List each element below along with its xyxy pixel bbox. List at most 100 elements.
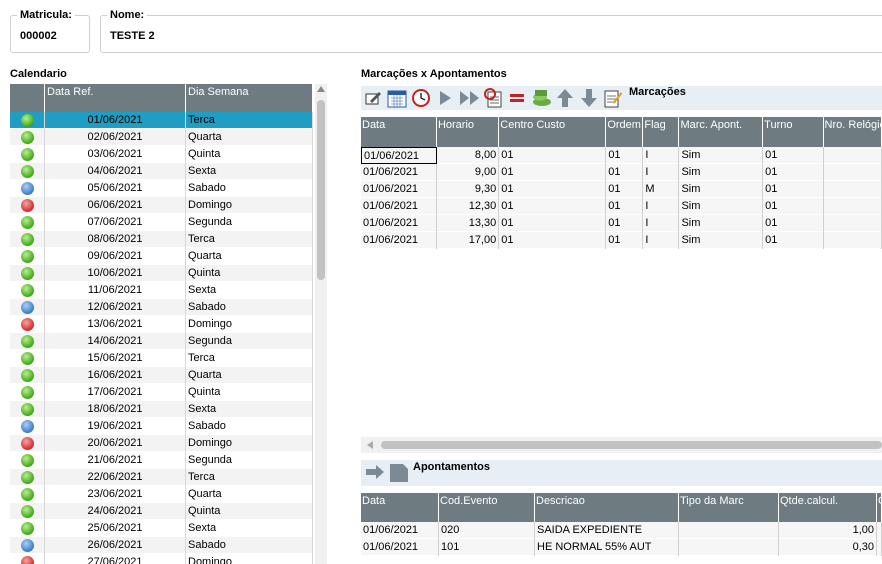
notepad-icon[interactable] (603, 88, 623, 108)
marcacoes-col-header[interactable]: Centro Custo (499, 117, 607, 147)
arrow-up-icon[interactable] (555, 88, 575, 108)
apontamentos-col-header[interactable]: Cod.Evento (439, 493, 535, 522)
marcacoes-header: Data Horario Centro Custo Ordem Flag Marc. Ap… (361, 117, 882, 147)
clock-icon[interactable] (411, 88, 431, 108)
table-row[interactable]: 01/06/2021 9,30 01 01 M Sim 01 (361, 181, 882, 198)
hscrollbar-thumb[interactable] (381, 441, 882, 449)
matricula-field[interactable]: Matricula: 000002 (10, 9, 90, 53)
scroll-left-icon[interactable] (367, 441, 373, 449)
table-row[interactable]: 27/06/2021 Domingo (10, 554, 313, 564)
marcacoes-cell: 01/06/2021 (361, 164, 437, 181)
table-row[interactable]: 24/06/2021 Quinta (10, 503, 313, 520)
table-row[interactable]: 01/06/2021 8,00 01 01 I Sim 01 (361, 147, 882, 164)
marcacoes-hscrollbar[interactable] (361, 437, 882, 453)
apontamentos-grid[interactable]: Data Cod.Evento Descricao Tipo da Marc Qtde.… (361, 493, 882, 564)
apontamentos-col-header[interactable]: Tipo da Marc (679, 493, 779, 522)
status-cell (10, 112, 45, 129)
table-row[interactable]: 01/06/2021 Terca (10, 112, 313, 129)
table-row[interactable]: 01/06/2021 101 HE NORMAL 55% AUT 0,30 (361, 539, 882, 556)
marcacoes-cell: I (643, 232, 680, 249)
table-row[interactable]: 01/06/2021 9,00 01 01 I Sim 01 (361, 164, 882, 181)
apontamentos-col-header[interactable]: Data (361, 493, 439, 522)
table-row[interactable]: 19/06/2021 Sabado (10, 418, 313, 435)
calendar-scrollbar[interactable] (315, 84, 327, 564)
apontamentos-col-header[interactable]: Qtde.calcul. (779, 493, 877, 522)
marcacoes-col-header[interactable]: Horario (437, 117, 500, 147)
table-row[interactable]: 13/06/2021 Domingo (10, 316, 313, 333)
date-cell: 09/06/2021 (45, 248, 186, 265)
table-row[interactable]: 08/06/2021 Terca (10, 231, 313, 248)
apontamentos-col-header[interactable]: Descricao (535, 493, 679, 522)
table-row[interactable]: 05/06/2021 Sabado (10, 180, 313, 197)
table-row[interactable]: 01/06/2021 020 SAIDA EXPEDIENTE 1,00 (361, 522, 882, 539)
table-row[interactable]: 16/06/2021 Quarta (10, 367, 313, 384)
status-green-icon (20, 233, 34, 246)
refresh-document-icon[interactable] (483, 88, 503, 108)
table-row[interactable]: 15/06/2021 Terca (10, 350, 313, 367)
table-row[interactable]: 03/06/2021 Quinta (10, 146, 313, 163)
weekday-cell: Quarta (186, 248, 313, 265)
marcacoes-grid[interactable]: Data Horario Centro Custo Ordem Flag Marc. Ap… (361, 117, 882, 437)
status-green-icon (20, 335, 34, 348)
calendar-icon[interactable] (387, 88, 407, 108)
status-cell (10, 282, 45, 299)
table-row[interactable]: 23/06/2021 Quarta (10, 486, 313, 503)
apontamentos-col-header[interactable]: C (877, 493, 882, 522)
calendar-grid[interactable]: Data Ref. Dia Semana 01/06/2021 Terca 02/0… (10, 84, 313, 564)
status-red-icon (20, 437, 34, 450)
table-row[interactable]: 02/06/2021 Quarta (10, 129, 313, 146)
equals-icon[interactable] (507, 88, 527, 108)
edit-icon[interactable] (363, 88, 383, 108)
calendar-col-date[interactable]: Data Ref. (45, 84, 186, 112)
marcacoes-col-header[interactable]: Ordem (606, 117, 644, 147)
table-row[interactable]: 01/06/2021 13,30 01 01 I Sim 01 (361, 215, 882, 232)
status-green-icon (20, 522, 34, 535)
table-row[interactable]: 10/06/2021 Quinta (10, 265, 313, 282)
fast-forward-icon[interactable] (459, 88, 479, 108)
marcacoes-col-header[interactable]: Data (361, 117, 437, 147)
date-cell: 23/06/2021 (45, 486, 186, 503)
weekday-cell: Sexta (186, 520, 313, 537)
arrow-right-icon[interactable] (365, 464, 385, 483)
table-row[interactable]: 12/06/2021 Sabado (10, 299, 313, 316)
table-row[interactable]: 20/06/2021 Domingo (10, 435, 313, 452)
table-row[interactable]: 11/06/2021 Sexta (10, 282, 313, 299)
table-row[interactable]: 21/06/2021 Segunda (10, 452, 313, 469)
table-row[interactable]: 25/06/2021 Sexta (10, 520, 313, 537)
apontamentos-cell: 020 (439, 522, 535, 539)
weekday-cell: Sabado (186, 418, 313, 435)
table-row[interactable]: 09/06/2021 Quarta (10, 248, 313, 265)
marcacoes-cell: 01/06/2021 (361, 181, 437, 198)
table-row[interactable]: 18/06/2021 Sexta (10, 401, 313, 418)
table-row[interactable]: 17/06/2021 Quinta (10, 384, 313, 401)
table-row[interactable]: 07/06/2021 Segunda (10, 214, 313, 231)
table-row[interactable]: 01/06/2021 17,00 01 01 I Sim 01 (361, 232, 882, 249)
table-row[interactable]: 06/06/2021 Domingo (10, 197, 313, 214)
nome-field[interactable]: Nome: TESTE 2 (100, 9, 882, 53)
marcacoes-col-header[interactable]: Turno (763, 117, 824, 147)
play-icon[interactable] (435, 88, 455, 108)
marcacoes-col-header[interactable]: Nro. Relógio (824, 117, 882, 147)
table-row[interactable]: 04/06/2021 Sexta (10, 163, 313, 180)
table-row[interactable]: 14/06/2021 Segunda (10, 333, 313, 350)
arrow-down-icon[interactable] (579, 88, 599, 108)
weekday-cell: Domingo (186, 316, 313, 333)
apontamentos-cell: HE NORMAL 55% AUT (535, 539, 679, 556)
calendar-col-day[interactable]: Dia Semana (186, 84, 313, 112)
table-row[interactable]: 26/06/2021 Sabado (10, 537, 313, 554)
date-cell: 18/06/2021 (45, 401, 186, 418)
marcacoes-cell: 01 (763, 181, 824, 198)
table-row[interactable]: 22/06/2021 Terca (10, 469, 313, 486)
status-green-icon (20, 369, 34, 382)
document-icon[interactable] (389, 461, 409, 486)
marcacoes-col-header[interactable]: Marc. Apont. (679, 117, 764, 147)
table-row[interactable]: 01/06/2021 12,30 01 01 I Sim 01 (361, 198, 882, 215)
marcacoes-cell: Sim (679, 215, 764, 232)
date-cell: 16/06/2021 (45, 367, 186, 384)
calendar-col-status[interactable] (10, 84, 45, 112)
scrollbar-thumb[interactable] (317, 100, 325, 280)
money-icon[interactable] (531, 88, 551, 108)
scroll-up-icon[interactable] (317, 86, 325, 92)
status-red-icon (20, 318, 34, 331)
marcacoes-col-header[interactable]: Flag (643, 117, 680, 147)
